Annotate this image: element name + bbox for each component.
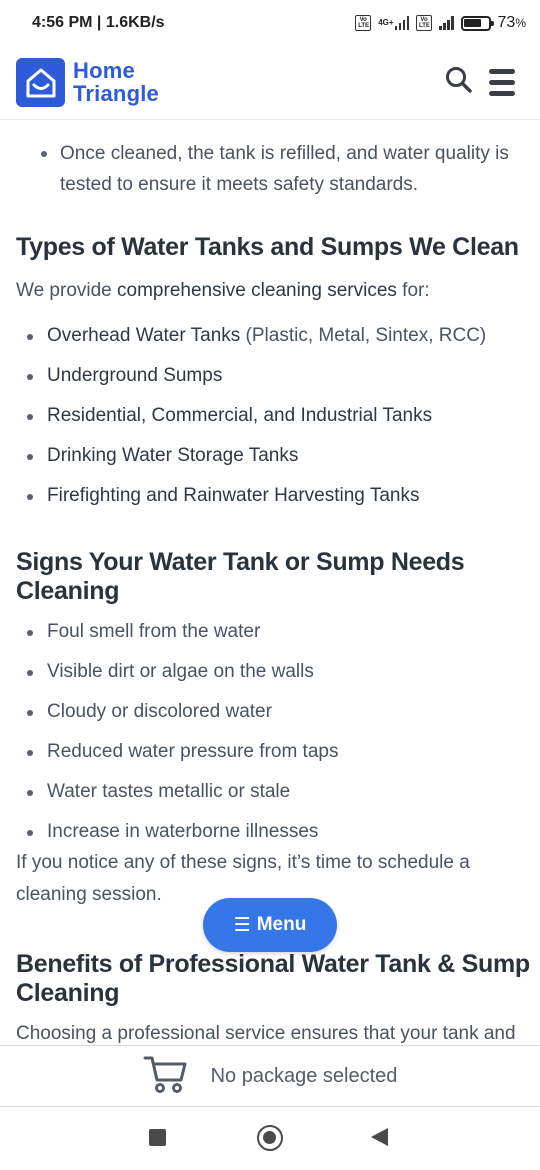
back-triangle-icon[interactable] bbox=[371, 1128, 388, 1146]
menu-button[interactable]: ☰ Menu bbox=[203, 898, 337, 952]
list-item: Water tastes metallic or stale bbox=[27, 772, 527, 812]
list-item: Firefighting and Rainwater Harvesting Ta… bbox=[27, 476, 527, 516]
package-status: No package selected bbox=[210, 1064, 398, 1087]
home-circle-icon[interactable] bbox=[257, 1125, 283, 1151]
home-logo-icon[interactable] bbox=[16, 58, 65, 107]
signal-icon bbox=[394, 16, 410, 30]
list-item: Overhead Water Tanks (Plastic, Metal, Si… bbox=[27, 316, 527, 356]
brand-name[interactable]: Home Triangle bbox=[73, 60, 159, 105]
section-heading-benefits: Benefits of Professional Water Tank & Su… bbox=[16, 950, 530, 1007]
battery-percent: 73% bbox=[497, 14, 526, 31]
android-nav-bar bbox=[0, 1107, 540, 1170]
list-item: Residential, Commercial, and Industrial … bbox=[27, 396, 527, 436]
menu-icon: ☰ bbox=[233, 914, 251, 936]
list-item: Underground Sumps bbox=[27, 356, 527, 396]
site-header: Home Triangle bbox=[0, 46, 540, 120]
list-item: Once cleaned, the tank is refilled, and … bbox=[41, 138, 525, 200]
signal-icon-2 bbox=[439, 16, 454, 30]
section-heading-types: Types of Water Tanks and Sumps We Clean bbox=[16, 233, 519, 261]
volte-badge-2: Vo LTE bbox=[416, 15, 433, 31]
hamburger-icon[interactable] bbox=[489, 69, 515, 96]
battery-icon bbox=[460, 15, 494, 31]
section-types-intro: We provide comprehensive cleaning servic… bbox=[16, 280, 430, 301]
tank-types-list: Overhead Water Tanks (Plastic, Metal, Si… bbox=[27, 316, 527, 516]
list-item: Increase in waterborne illnesses bbox=[27, 812, 527, 852]
intro-bullet-list: Once cleaned, the tank is refilled, and … bbox=[41, 138, 525, 200]
signs-list: Foul smell from the water Visible dirt o… bbox=[27, 612, 527, 852]
status-time: 4:56 PM | 1.6KB/s bbox=[32, 14, 165, 31]
list-item: Drinking Water Storage Tanks bbox=[27, 436, 527, 476]
volte-badge-1: Vo LTE bbox=[355, 15, 372, 31]
list-item: Visible dirt or algae on the walls bbox=[27, 652, 527, 692]
network-type: 4G+ bbox=[378, 18, 394, 27]
status-bar: 4:56 PM | 1.6KB/s Vo LTE 4G+ Vo LTE 73% bbox=[0, 0, 540, 46]
search-icon[interactable] bbox=[445, 66, 473, 99]
section-heading-signs: Signs Your Water Tank or Sump Needs Clean… bbox=[16, 548, 465, 605]
brand-line-1: Home bbox=[73, 58, 135, 83]
package-bar[interactable]: No package selected bbox=[0, 1045, 540, 1107]
brand-line-2: Triangle bbox=[73, 81, 159, 106]
list-item: Cloudy or discolored water bbox=[27, 692, 527, 732]
list-item: Foul smell from the water bbox=[27, 612, 527, 652]
status-icons: Vo LTE 4G+ Vo LTE 73% bbox=[355, 14, 526, 32]
list-item: Reduced water pressure from taps bbox=[27, 732, 527, 772]
recents-square-icon[interactable] bbox=[149, 1129, 166, 1146]
menu-button-label: Menu bbox=[256, 914, 307, 935]
cart-icon bbox=[143, 1054, 187, 1099]
